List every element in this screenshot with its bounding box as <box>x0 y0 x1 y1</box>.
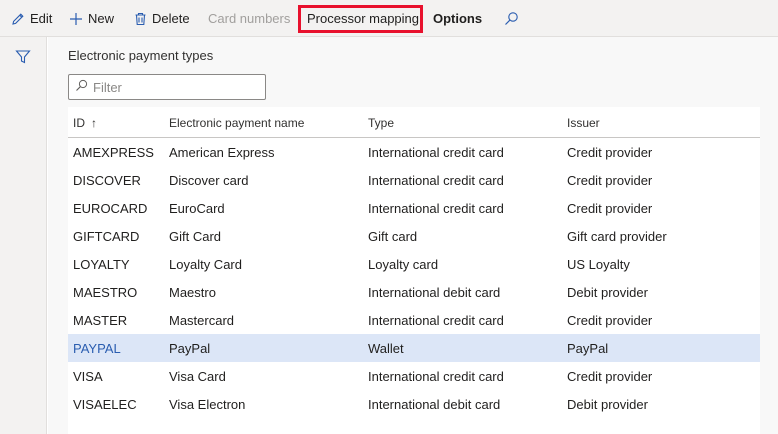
left-rail <box>0 37 47 434</box>
options-label: Options <box>433 11 483 26</box>
cell-issuer: PayPal <box>567 340 609 356</box>
cell-type: Gift card <box>368 228 418 244</box>
grid-header: ID ↑ Electronic payment name Type Issuer <box>68 107 760 138</box>
cell-id: VISAELEC <box>73 396 137 412</box>
cell-issuer: Credit provider <box>567 312 653 328</box>
cell-type: International debit card <box>368 284 501 300</box>
column-header-id[interactable]: ID ↑ <box>73 107 97 138</box>
cell-name: Visa Electron <box>169 396 246 412</box>
section-title: Electronic payment types <box>68 48 214 63</box>
cell-name: Maestro <box>169 284 216 300</box>
cell-name: Mastercard <box>169 312 235 328</box>
sort-ascending-icon: ↑ <box>91 115 97 130</box>
cell-type: International credit card <box>368 144 504 160</box>
card-numbers-label: Card numbers <box>208 11 291 26</box>
new-button[interactable]: New <box>69 0 114 37</box>
cell-issuer: Credit provider <box>567 200 653 216</box>
trash-icon <box>134 12 147 26</box>
card-numbers-button[interactable]: Card numbers <box>208 0 290 37</box>
cell-type: Loyalty card <box>368 256 439 272</box>
cell-name: American Express <box>169 144 275 160</box>
delete-button-label: Delete <box>152 11 190 26</box>
filter-field[interactable] <box>68 74 266 100</box>
table-row[interactable]: MASTER Mastercard International credit car… <box>68 306 760 334</box>
processor-mapping-label: Processor mapping <box>307 11 419 26</box>
cell-issuer: Credit provider <box>567 172 653 188</box>
cell-name: Discover card <box>169 172 249 188</box>
options-tab[interactable]: Options <box>433 0 482 37</box>
table-row[interactable]: MAESTRO Maestro International debit card De… <box>68 278 760 306</box>
cell-id: DISCOVER <box>73 172 141 188</box>
table-row[interactable]: GIFTCARD Gift Card Gift card Gift card prov… <box>68 222 760 250</box>
cell-name: EuroCard <box>169 200 225 216</box>
grid-empty-space <box>68 418 760 434</box>
cell-name: Visa Card <box>169 368 226 384</box>
cell-type: International credit card <box>368 368 504 384</box>
cell-id: MASTER <box>73 312 128 328</box>
payment-types-grid: ID ↑ Electronic payment name Type Issuer… <box>68 107 760 434</box>
cell-issuer: Credit provider <box>567 368 653 384</box>
table-row[interactable]: VISAELEC Visa Electron International debit… <box>68 390 760 418</box>
cell-id: GIFTCARD <box>73 228 140 244</box>
table-row[interactable]: LOYALTY Loyalty Card Loyalty card US Loyalt… <box>68 250 760 278</box>
cell-id: PAYPAL <box>73 340 121 356</box>
cell-id: MAESTRO <box>73 284 138 300</box>
cell-name: Loyalty Card <box>169 256 242 272</box>
table-row[interactable]: PAYPAL PayPal Wallet PayPal <box>68 334 760 362</box>
cell-type: International debit card <box>368 396 501 412</box>
funnel-icon[interactable] <box>15 49 31 68</box>
delete-button[interactable]: Delete <box>134 0 190 37</box>
column-header-issuer[interactable]: Issuer <box>567 107 600 138</box>
cell-issuer: US Loyalty <box>567 256 630 272</box>
action-toolbar: Edit New Delete Card numbers Processor m… <box>0 0 778 37</box>
edit-button[interactable]: Edit <box>11 0 52 37</box>
main-content: Electronic payment types ID ↑ Electronic… <box>48 37 778 434</box>
column-header-name[interactable]: Electronic payment name <box>169 107 304 138</box>
plus-icon <box>69 12 83 26</box>
processor-mapping-button[interactable]: Processor mapping <box>307 0 419 37</box>
table-row[interactable]: DISCOVER Discover card International credi… <box>68 166 760 194</box>
search-button[interactable] <box>504 0 524 37</box>
table-row[interactable]: AMEXPRESS American Express International c… <box>68 138 760 166</box>
table-row[interactable]: VISA Visa Card International credit card Cr… <box>68 362 760 390</box>
search-icon <box>75 79 88 95</box>
cell-issuer: Gift card provider <box>567 228 667 244</box>
cell-issuer: Credit provider <box>567 144 653 160</box>
cell-type: Wallet <box>368 340 404 356</box>
cell-type: International credit card <box>368 172 504 188</box>
column-header-type[interactable]: Type <box>368 107 394 138</box>
cell-name: Gift Card <box>169 228 222 244</box>
pencil-icon <box>11 12 25 26</box>
cell-type: International credit card <box>368 200 504 216</box>
new-button-label: New <box>88 11 115 26</box>
cell-type: International credit card <box>368 312 504 328</box>
cell-id: EUROCARD <box>73 200 148 216</box>
filter-input[interactable] <box>93 79 263 95</box>
table-row[interactable]: EUROCARD EuroCard International credit car… <box>68 194 760 222</box>
cell-id: AMEXPRESS <box>73 144 154 160</box>
cell-issuer: Debit provider <box>567 396 648 412</box>
cell-name: PayPal <box>169 340 211 356</box>
grid-body: AMEXPRESS American Express International c… <box>68 138 760 418</box>
edit-button-label: Edit <box>30 11 53 26</box>
search-icon <box>504 11 519 26</box>
cell-issuer: Debit provider <box>567 284 648 300</box>
cell-id: VISA <box>73 368 103 384</box>
cell-id: LOYALTY <box>73 256 130 272</box>
